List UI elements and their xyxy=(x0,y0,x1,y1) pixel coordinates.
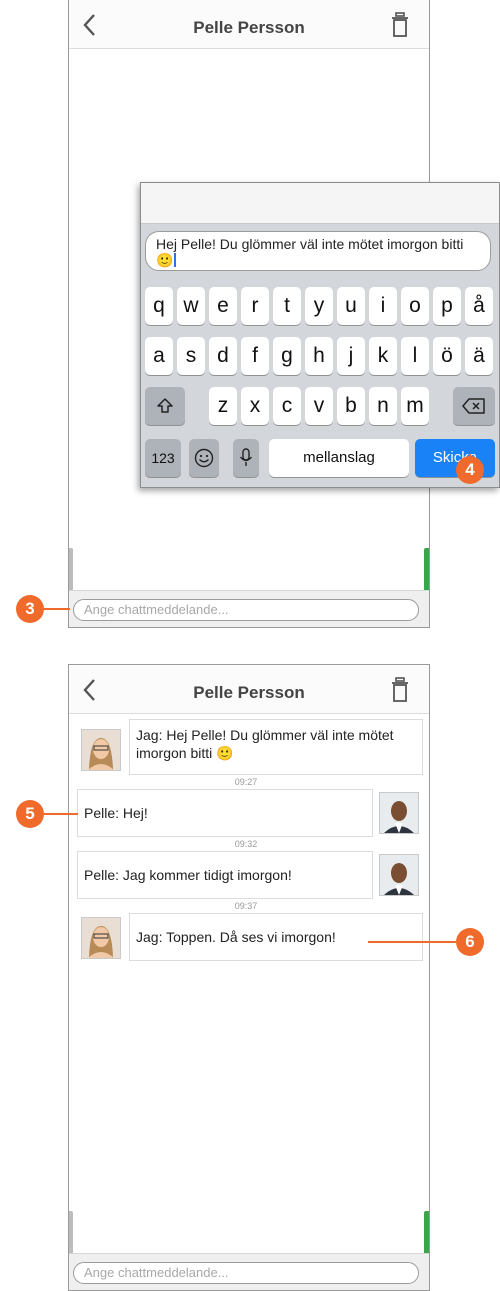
man-avatar-icon xyxy=(380,793,418,833)
key-d[interactable]: d xyxy=(209,337,237,375)
key-v[interactable]: v xyxy=(305,387,333,425)
message-input-bar: Ange chattmeddelande... xyxy=(69,590,429,627)
keyboard-overlay: Hej Pelle! Du glömmer väl inte mötet imo… xyxy=(140,182,500,488)
woman-avatar-icon xyxy=(82,918,120,958)
avatar-jag xyxy=(81,917,121,959)
key-u[interactable]: u xyxy=(337,287,365,325)
callout-6: 6 xyxy=(456,928,484,956)
key-r[interactable]: r xyxy=(241,287,269,325)
key-p[interactable]: p xyxy=(433,287,461,325)
key-q[interactable]: q xyxy=(145,287,173,325)
key-n[interactable]: n xyxy=(369,387,397,425)
man-avatar-icon xyxy=(380,855,418,895)
key-j[interactable]: j xyxy=(337,337,365,375)
smiley-icon xyxy=(194,448,214,468)
key-w[interactable]: w xyxy=(177,287,205,325)
key-b[interactable]: b xyxy=(337,387,365,425)
message-bubble: Pelle: Hej! xyxy=(77,789,373,837)
callout-5: 5 xyxy=(16,800,44,828)
key-k[interactable]: k xyxy=(369,337,397,375)
nav-bar: Pelle Persson xyxy=(69,665,429,714)
shift-arrow-icon xyxy=(157,398,173,413)
text-caret xyxy=(174,253,177,267)
message-bubble: Pelle: Jag kommer tidigt imorgon! xyxy=(77,851,373,899)
shift-key[interactable] xyxy=(145,387,185,425)
message-time: 09:27 xyxy=(234,777,258,787)
left-edge-handle xyxy=(69,1211,73,1255)
keyboard-header xyxy=(141,183,499,224)
callout-4: 4 xyxy=(456,456,484,484)
key-a[interactable]: a xyxy=(145,337,173,375)
trash-icon[interactable] xyxy=(391,677,409,703)
message-text: Jag: Toppen. Då ses vi imorgon! xyxy=(136,929,336,945)
key-m[interactable]: m xyxy=(401,387,429,425)
key-s[interactable]: s xyxy=(177,337,205,375)
message-time: 09:32 xyxy=(234,839,258,849)
dictation-key[interactable] xyxy=(233,439,259,477)
online-indicator xyxy=(424,548,429,592)
trash-icon[interactable] xyxy=(391,12,409,38)
key-c[interactable]: c xyxy=(273,387,301,425)
avatar-pelle xyxy=(379,854,419,896)
key-t[interactable]: t xyxy=(273,287,301,325)
space-key[interactable]: mellanslag xyxy=(269,439,409,477)
backspace-key[interactable] xyxy=(453,387,495,425)
backspace-icon xyxy=(462,398,485,414)
key-ouml[interactable]: ö xyxy=(433,337,461,375)
callout-3: 3 xyxy=(16,595,44,623)
compose-text: Hej Pelle! Du glömmer väl inte mötet imo… xyxy=(156,236,464,268)
message-text: Pelle: Jag kommer tidigt imorgon! xyxy=(84,867,292,883)
key-i[interactable]: i xyxy=(369,287,397,325)
key-h[interactable]: h xyxy=(305,337,333,375)
microphone-icon xyxy=(239,448,253,466)
chat-screen-conversation: Pelle Persson Jag: Hej Pelle! Du glömmer… xyxy=(68,664,430,1291)
avatar-pelle xyxy=(379,792,419,834)
key-e[interactable]: e xyxy=(209,287,237,325)
key-l[interactable]: l xyxy=(401,337,429,375)
message-bubble: Jag: Hej Pelle! Du glömmer väl inte möte… xyxy=(129,719,423,775)
emoji-key[interactable] xyxy=(189,439,219,477)
key-aring[interactable]: å xyxy=(465,287,493,325)
message-text: Pelle: Hej! xyxy=(84,805,148,821)
key-auml[interactable]: ä xyxy=(465,337,493,375)
callout-6-line xyxy=(368,941,456,943)
message-input[interactable]: Ange chattmeddelande... xyxy=(73,1262,419,1284)
message-text: Jag: Hej Pelle! Du glömmer väl inte möte… xyxy=(136,727,394,761)
key-z[interactable]: z xyxy=(209,387,237,425)
avatar-jag xyxy=(81,729,121,771)
key-x[interactable]: x xyxy=(241,387,269,425)
key-o[interactable]: o xyxy=(401,287,429,325)
online-indicator xyxy=(424,1211,429,1255)
woman-avatar-icon xyxy=(82,730,120,770)
nav-bar: Pelle Persson xyxy=(69,0,429,49)
compose-field[interactable]: Hej Pelle! Du glömmer väl inte mötet imo… xyxy=(145,231,491,271)
left-edge-handle xyxy=(69,548,73,592)
message-bubble: Jag: Toppen. Då ses vi imorgon! xyxy=(129,913,423,961)
key-f[interactable]: f xyxy=(241,337,269,375)
callout-5-line xyxy=(44,813,78,815)
conversation-title: Pelle Persson xyxy=(193,683,305,702)
key-y[interactable]: y xyxy=(305,287,333,325)
message-time: 09:37 xyxy=(234,901,258,911)
conversation-title: Pelle Persson xyxy=(193,18,305,37)
key-g[interactable]: g xyxy=(273,337,301,375)
message-input[interactable]: Ange chattmeddelande... xyxy=(73,599,419,621)
message-input-bar: Ange chattmeddelande... xyxy=(69,1253,429,1290)
numbers-key[interactable]: 123 xyxy=(145,439,181,477)
